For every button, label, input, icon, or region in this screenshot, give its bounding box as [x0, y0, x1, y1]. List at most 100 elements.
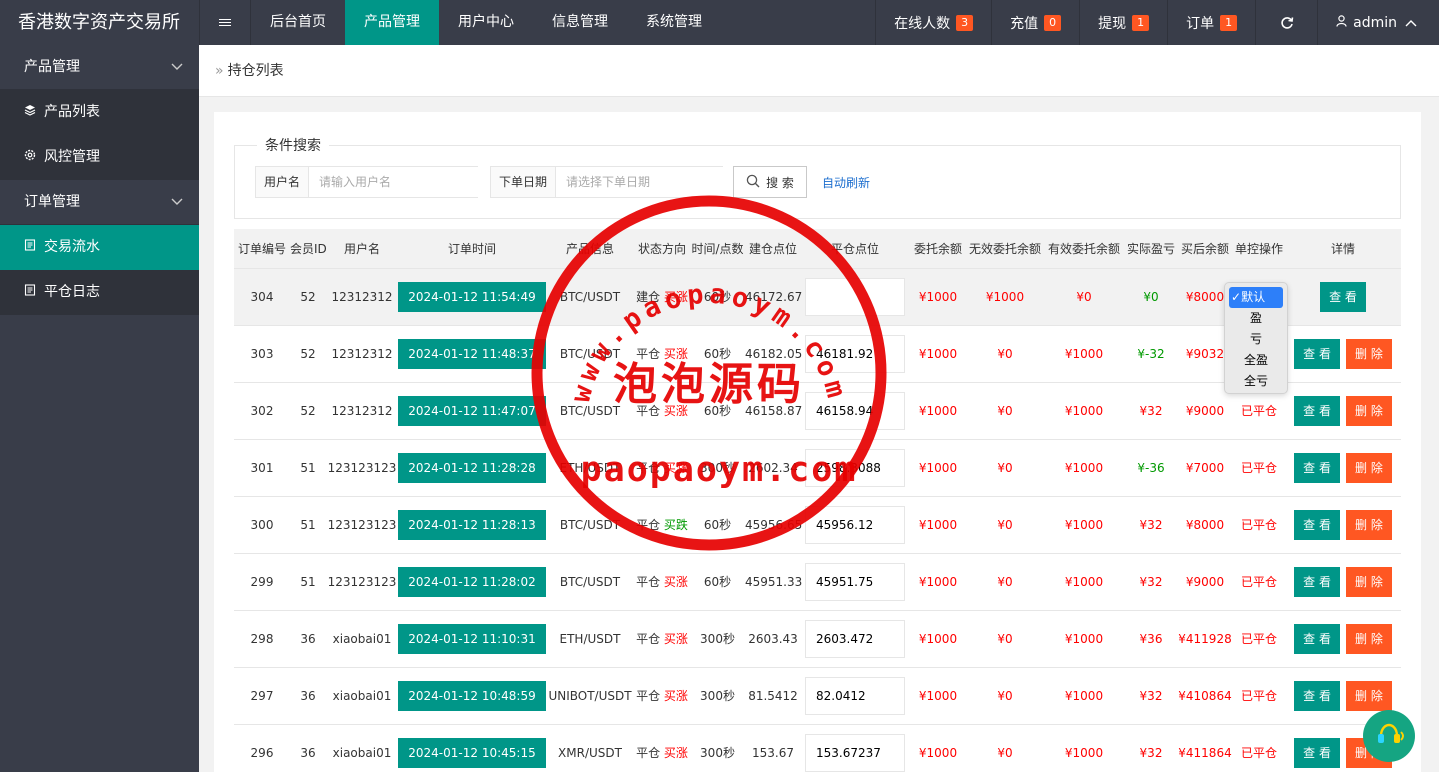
close-price-input[interactable] — [805, 562, 905, 601]
position-state: 建仓 — [636, 290, 661, 304]
valid-entrust-balance: ¥1000 — [1064, 631, 1104, 646]
delete-button[interactable]: 删 除 — [1346, 395, 1392, 426]
dropdown-option[interactable]: ✓默认 — [1229, 287, 1283, 308]
order-time: 2024-01-12 11:54:49 — [398, 281, 546, 312]
dropdown-option[interactable]: 全亏 — [1225, 371, 1287, 392]
close-price-input[interactable] — [805, 676, 905, 715]
member-id: 36 — [300, 745, 316, 760]
nav-info[interactable]: 信息管理 — [533, 0, 627, 45]
close-price-input[interactable] — [805, 334, 905, 373]
dropdown-option[interactable]: 全盈 — [1225, 350, 1287, 371]
user-menu[interactable]: admin — [1317, 0, 1439, 45]
check-icon: ✓ — [1231, 290, 1242, 304]
control-dropdown[interactable]: ✓默认盈亏全盈 全亏 — [1224, 282, 1288, 394]
close-price-input[interactable] — [805, 733, 905, 772]
member-id: 52 — [300, 346, 316, 361]
view-button[interactable]: 查 看 — [1294, 395, 1340, 426]
close-price-input[interactable] — [805, 448, 905, 487]
close-price-input[interactable] — [805, 619, 905, 658]
duration: 300秒 — [700, 746, 735, 760]
page-title: 持仓列表 — [227, 63, 284, 79]
column-header: 买后余额 — [1177, 229, 1233, 269]
column-header: 建仓点位 — [745, 229, 801, 269]
search-button[interactable]: 搜 索 — [733, 166, 807, 198]
view-button[interactable]: 查 看 — [1294, 509, 1340, 540]
delete-button[interactable]: 删 除 — [1346, 623, 1392, 654]
user-name: admin — [1353, 14, 1397, 31]
direction: 买涨 — [663, 461, 688, 475]
delete-button[interactable]: 删 除 — [1346, 452, 1392, 483]
view-button[interactable]: 查 看 — [1294, 338, 1340, 369]
auto-refresh-link[interactable]: 自动刷新 — [822, 174, 870, 191]
invalid-entrust-balance: ¥0 — [997, 745, 1013, 760]
delete-button[interactable]: 删 除 — [1346, 566, 1392, 597]
order-time: 2024-01-12 11:28:02 — [398, 566, 546, 597]
sidebar-group-order[interactable]: 订单管理 — [0, 180, 199, 225]
order-id: 300 — [250, 517, 274, 532]
sidebar-item-close-log[interactable]: 平仓日志 — [0, 270, 199, 315]
nav-system[interactable]: 系统管理 — [627, 0, 721, 45]
product-info: BTC/USDT — [559, 517, 621, 532]
table-row: 297 36 xiaobai01 2024-01-12 10:48:59 UNIBOT/… — [234, 667, 1401, 725]
view-button[interactable]: 查 看 — [1294, 680, 1340, 711]
sidebar-group-product[interactable]: 产品管理 — [0, 45, 199, 90]
column-header: 时间/点数 — [690, 229, 745, 269]
nav-recharge-label: 充值 — [1010, 15, 1039, 32]
table-row: 296 36 xiaobai01 2024-01-12 10:45:15 XMR/USD… — [234, 724, 1401, 772]
valid-entrust-balance: ¥1000 — [1064, 745, 1104, 760]
nav-orders[interactable]: 订单 1 — [1167, 0, 1255, 45]
invalid-entrust-balance: ¥0 — [997, 688, 1013, 703]
column-header: 详情 — [1285, 229, 1401, 269]
nav-orders-label: 订单 — [1186, 15, 1215, 32]
close-price-input[interactable] — [805, 505, 905, 544]
actual-pnl: ¥-36 — [1137, 460, 1165, 475]
sidebar-group-order-label: 订单管理 — [24, 194, 80, 210]
search-icon — [746, 174, 760, 191]
column-header: 状态方向 — [634, 229, 690, 269]
delete-button[interactable]: 删 除 — [1346, 680, 1392, 711]
dropdown-option[interactable]: 盈 — [1225, 308, 1287, 329]
view-button[interactable]: 查 看 — [1294, 452, 1340, 483]
sidebar-item-risk-control[interactable]: 风控管理 — [0, 135, 199, 180]
nav-recharge[interactable]: 充值 0 — [991, 0, 1079, 45]
close-price-input[interactable] — [805, 277, 905, 316]
nav-online[interactable]: 在线人数 3 — [875, 0, 991, 45]
date-input[interactable] — [556, 167, 725, 197]
user-icon — [1336, 14, 1347, 31]
nav-home[interactable]: 后台首页 — [251, 0, 345, 45]
sidebar-item-product-list[interactable]: 产品列表 — [0, 90, 199, 135]
view-button[interactable]: 查 看 — [1294, 737, 1340, 768]
invalid-entrust-balance: ¥0 — [997, 517, 1013, 532]
chat-icon[interactable] — [1363, 710, 1415, 762]
delete-button[interactable]: 删 除 — [1346, 509, 1392, 540]
date-label: 下单日期 — [491, 167, 557, 197]
product-info: BTC/USDT — [559, 289, 621, 304]
view-button[interactable]: 查 看 — [1294, 623, 1340, 654]
app-title: 香港数字资产交易所 — [18, 12, 180, 33]
view-button[interactable]: 查 看 — [1320, 281, 1366, 312]
position-state: 平仓 — [636, 461, 661, 475]
menu-icon[interactable] — [199, 0, 251, 45]
member-id: 52 — [300, 403, 316, 418]
table-row: 298 36 xiaobai01 2024-01-12 11:10:31 ETH/USD… — [234, 610, 1401, 668]
direction: 买涨 — [663, 689, 688, 703]
sidebar-item-trade-flow[interactable]: 交易流水 — [0, 225, 199, 270]
nav-product[interactable]: 产品管理 — [345, 0, 439, 45]
refresh-icon[interactable] — [1255, 0, 1317, 45]
nav-user-center[interactable]: 用户中心 — [439, 0, 533, 45]
delete-button[interactable]: 删 除 — [1346, 338, 1392, 369]
username: 123123123 — [327, 460, 397, 475]
nav-withdraw[interactable]: 提现 1 — [1079, 0, 1167, 45]
username-input[interactable] — [309, 167, 480, 197]
breadcrumb: » 持仓列表 — [199, 45, 1439, 97]
view-button[interactable]: 查 看 — [1294, 566, 1340, 597]
dropdown-option[interactable]: 亏 — [1225, 329, 1287, 350]
valid-entrust-balance: ¥1000 — [1064, 346, 1104, 361]
sidebar-item-label: 风控管理 — [44, 149, 100, 165]
after-balance: ¥411928 — [1178, 631, 1232, 646]
entrust-balance: ¥1000 — [918, 574, 958, 589]
member-id: 51 — [300, 460, 316, 475]
open-price: 46182.05 — [745, 346, 803, 361]
top-bar: 香港数字资产交易所 后台首页 产品管理 用户中心 信息管理 系统管理 在线人数 3… — [0, 0, 1439, 45]
close-price-input[interactable] — [805, 391, 905, 430]
